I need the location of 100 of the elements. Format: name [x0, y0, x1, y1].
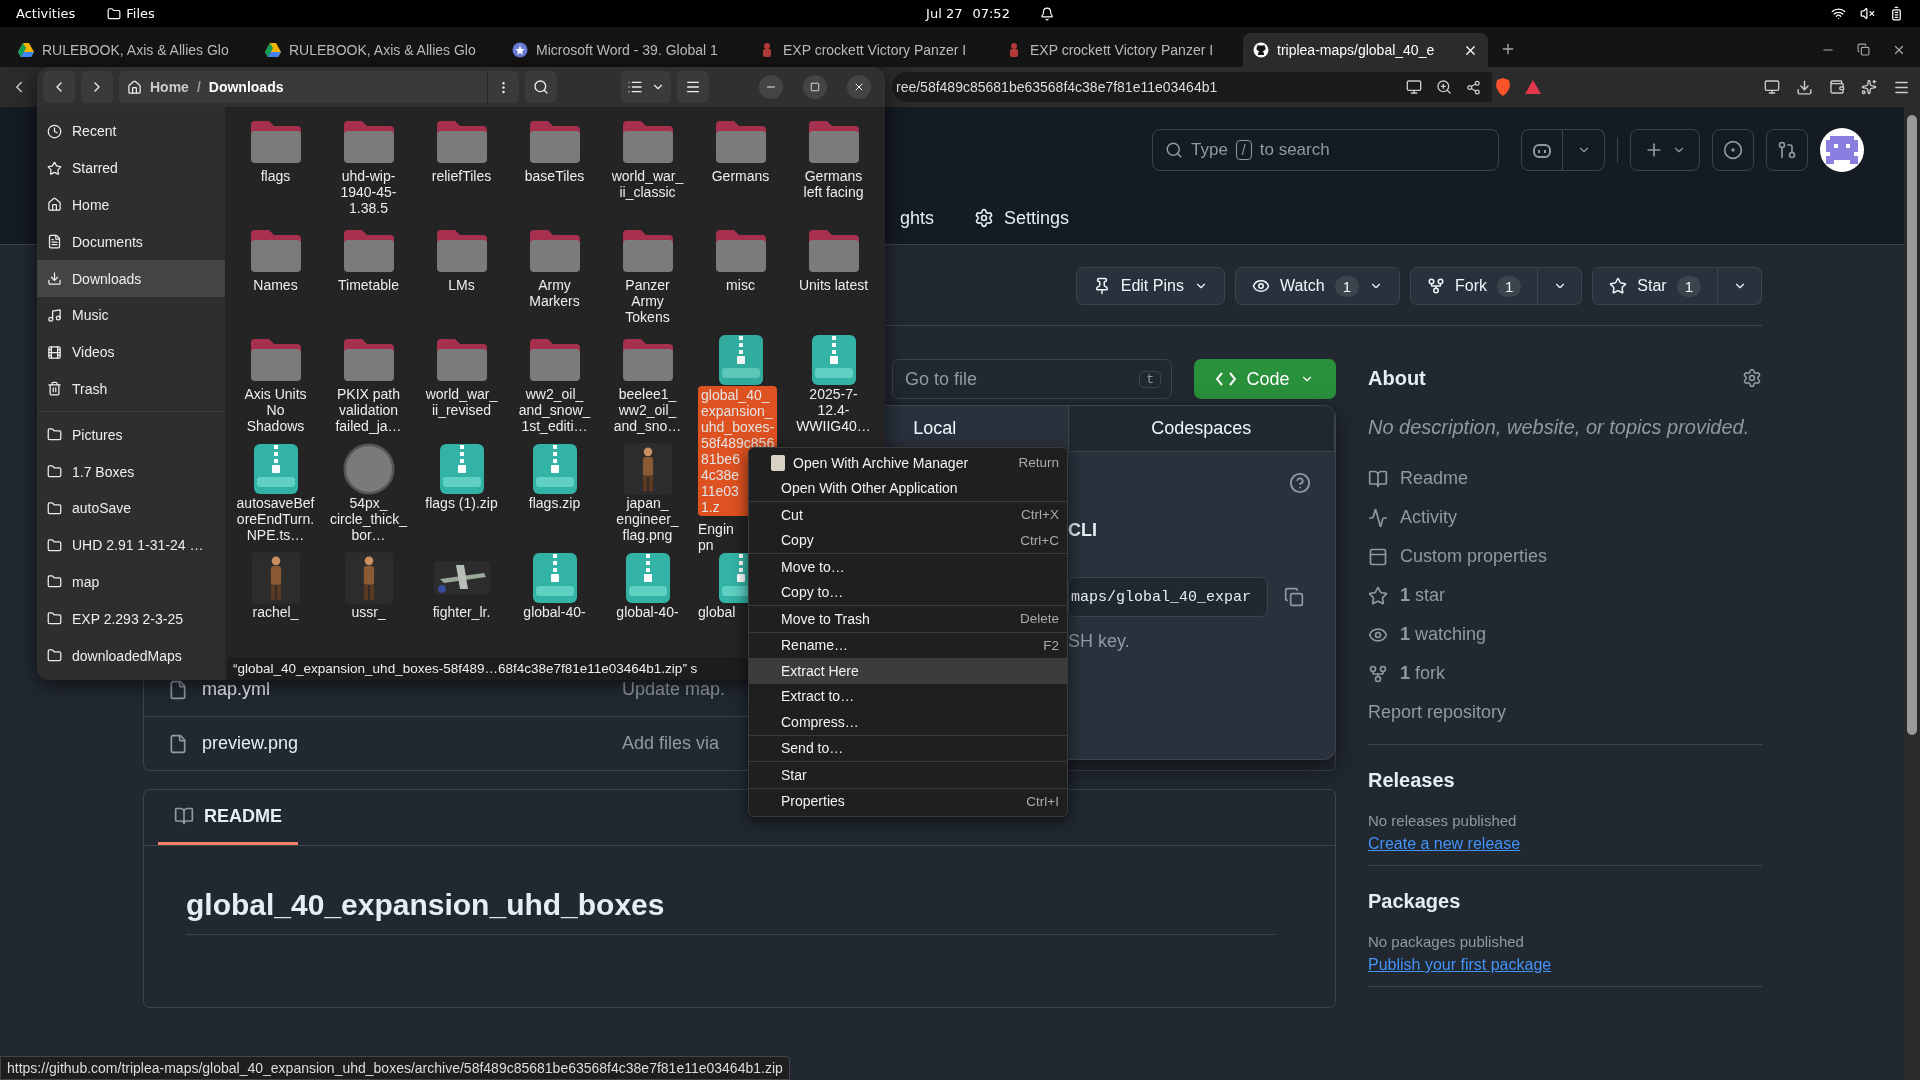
repo-action-button[interactable]: Fork 1	[1409, 267, 1539, 305]
menu-button[interactable]	[677, 71, 709, 103]
address-field[interactable]: ree/58f489c85681be63568f4c38e7f81e11e03464b1	[892, 72, 1492, 102]
menu-item[interactable]: Rename… F2	[749, 632, 1067, 658]
bookmark-item[interactable]: downloadedMaps	[37, 637, 225, 674]
volume-muted-icon[interactable]	[1860, 6, 1875, 21]
search-button[interactable]	[525, 71, 557, 103]
sidebar-item[interactable]: Music	[37, 297, 225, 334]
sparkle-icon[interactable]	[1861, 79, 1877, 95]
wallet-icon[interactable]	[1829, 79, 1845, 95]
file-name[interactable]: map.yml	[202, 679, 270, 699]
wifi-icon[interactable]	[1831, 6, 1846, 21]
file-name[interactable]: Axis Units No Shadows	[236, 386, 315, 434]
help-icon[interactable]	[1289, 472, 1311, 494]
maximize-button[interactable]	[803, 75, 827, 99]
browser-tab[interactable]: RULEBOOK, Axis & Allies Glo	[255, 33, 500, 67]
file-name[interactable]: baseTiles	[515, 168, 594, 184]
file-name[interactable]: flags.zip	[515, 495, 594, 511]
file-name[interactable]: fighter_lr.	[422, 604, 501, 620]
file-name[interactable]: japan_engineer_flag.png	[608, 495, 687, 543]
file-name[interactable]: reliefTiles	[422, 168, 501, 184]
file-name[interactable]: ww2_oil_and_snow_1st_editi…	[515, 386, 594, 434]
clone-url-field[interactable]: maps/global_40_expar	[1068, 577, 1268, 617]
commit-message[interactable]: Update map.	[622, 679, 726, 700]
file-name[interactable]: 54px_circle_thick_bor…	[329, 495, 408, 543]
browser-tab[interactable]: EXP crockett Victory Panzer I	[749, 33, 994, 67]
repo-action-button[interactable]: Star 1	[1592, 267, 1718, 305]
sidebar-item[interactable]: Starred	[37, 149, 225, 187]
file-name[interactable]: Panzer Army Tokens	[608, 277, 687, 325]
file-name[interactable]: global	[698, 604, 736, 620]
bookmark-item[interactable]: map	[37, 563, 225, 601]
panel-tab[interactable]: Codespaces	[1068, 406, 1335, 451]
triangle-icon[interactable]	[1525, 80, 1541, 94]
close-button[interactable]	[847, 75, 871, 99]
bookmark-item[interactable]: Pictures	[37, 416, 225, 454]
sidebar-link[interactable]: Custom properties	[1368, 537, 1762, 576]
download-icon[interactable]	[1796, 78, 1813, 96]
scrollbar[interactable]	[1907, 115, 1917, 735]
file-name[interactable]: LMs	[422, 277, 501, 293]
sidebar-item[interactable]: Videos	[37, 333, 225, 371]
menu-item[interactable]: Copy Ctrl+C	[749, 527, 1067, 553]
publish-package-link[interactable]: Publish your first package	[1368, 956, 1762, 974]
file-name[interactable]: flags	[236, 168, 315, 184]
repo-action-button[interactable]: Watch 1	[1234, 267, 1400, 305]
copy-icon[interactable]	[1284, 587, 1304, 607]
menu-item[interactable]: Compress…	[749, 709, 1067, 735]
file-name[interactable]: Timetable	[329, 277, 408, 293]
sidebar-link[interactable]: Activity	[1368, 498, 1762, 537]
back-button[interactable]	[43, 71, 75, 103]
sidebar-item[interactable]: Recent	[37, 113, 225, 150]
menu-item[interactable]: Star	[749, 762, 1067, 788]
menu-item[interactable]: Copy to…	[749, 579, 1067, 605]
file-name[interactable]: global-40-	[608, 604, 687, 620]
file-name[interactable]: world_war_ii_revised	[422, 386, 501, 418]
file-name[interactable]: beelee1_ww2_oil_and_sno…	[608, 386, 687, 434]
sidebar-item[interactable]: Home	[37, 186, 225, 224]
avatar[interactable]	[1820, 127, 1864, 172]
file-name[interactable]: misc	[701, 277, 780, 293]
time[interactable]: 07:52	[972, 6, 1010, 21]
sidebar-link[interactable]: 1 watching	[1368, 615, 1762, 654]
create-release-link[interactable]: Create a new release	[1368, 835, 1762, 853]
bookmark-item[interactable]: 1.7 Boxes	[37, 453, 225, 490]
sidebar-link[interactable]: Readme	[1368, 459, 1762, 498]
go-to-file-field[interactable]: Go to file t	[892, 359, 1172, 399]
file-name[interactable]: world_war_ii_classic	[608, 168, 687, 200]
file-name[interactable]: flags (1).zip	[422, 495, 501, 511]
new-tab-icon[interactable]	[1500, 41, 1516, 57]
sidebar-link[interactable]: Report repository	[1368, 693, 1762, 732]
file-name[interactable]: Army Markers	[515, 277, 594, 309]
browser-tab[interactable]: triplea-maps/global_40_e	[1243, 33, 1488, 67]
pull-requests-button[interactable]	[1766, 128, 1808, 171]
bookmark-item[interactable]: EXP 2.293 2-3-25	[37, 600, 225, 638]
file-name[interactable]: Names	[236, 277, 315, 293]
browser-tab[interactable]: RULEBOOK, Axis & Allies Glo	[8, 33, 253, 67]
forward-button[interactable]	[81, 71, 113, 103]
readme-tab[interactable]: README	[158, 790, 298, 845]
path-crumb[interactable]: Home	[150, 79, 189, 95]
file-name[interactable]: rachel_	[236, 604, 315, 620]
battery-icon[interactable]	[1889, 6, 1904, 21]
file-name[interactable]: ussr_	[329, 604, 408, 620]
repo-action-button[interactable]: Edit Pins	[1075, 267, 1225, 305]
sidebar-link[interactable]: 1 star	[1368, 576, 1762, 615]
menu-item[interactable]: Move to…	[749, 554, 1067, 580]
menu-item[interactable]: Properties Ctrl+I	[749, 788, 1067, 814]
bookmark-item[interactable]: autoSave	[37, 489, 225, 527]
browser-tab[interactable]: EXP crockett Victory Panzer I	[996, 33, 1241, 67]
file-name[interactable]: preview.png	[202, 733, 299, 753]
sidebar-item[interactable]: Trash	[37, 370, 225, 408]
file-name[interactable]: Engin pn	[698, 521, 734, 553]
monitor-icon[interactable]	[1406, 79, 1422, 95]
file-name[interactable]: global-40-	[515, 604, 594, 620]
file-name[interactable]: Units latest	[794, 277, 873, 293]
file-name[interactable]: autosaveBeforeEndTurn.NPE.ts…	[236, 495, 315, 543]
repo-nav-tab[interactable]: Settings	[974, 207, 1070, 229]
activities-button[interactable]: Activities	[16, 6, 76, 21]
file-name[interactable]: uhd-wip-1940-45-1.38.5	[329, 168, 408, 216]
code-button[interactable]: Code	[1194, 359, 1336, 399]
menu-item[interactable]: Send to…	[749, 735, 1067, 761]
share-icon[interactable]	[1466, 79, 1481, 95]
path-crumb[interactable]: Downloads	[208, 79, 284, 95]
